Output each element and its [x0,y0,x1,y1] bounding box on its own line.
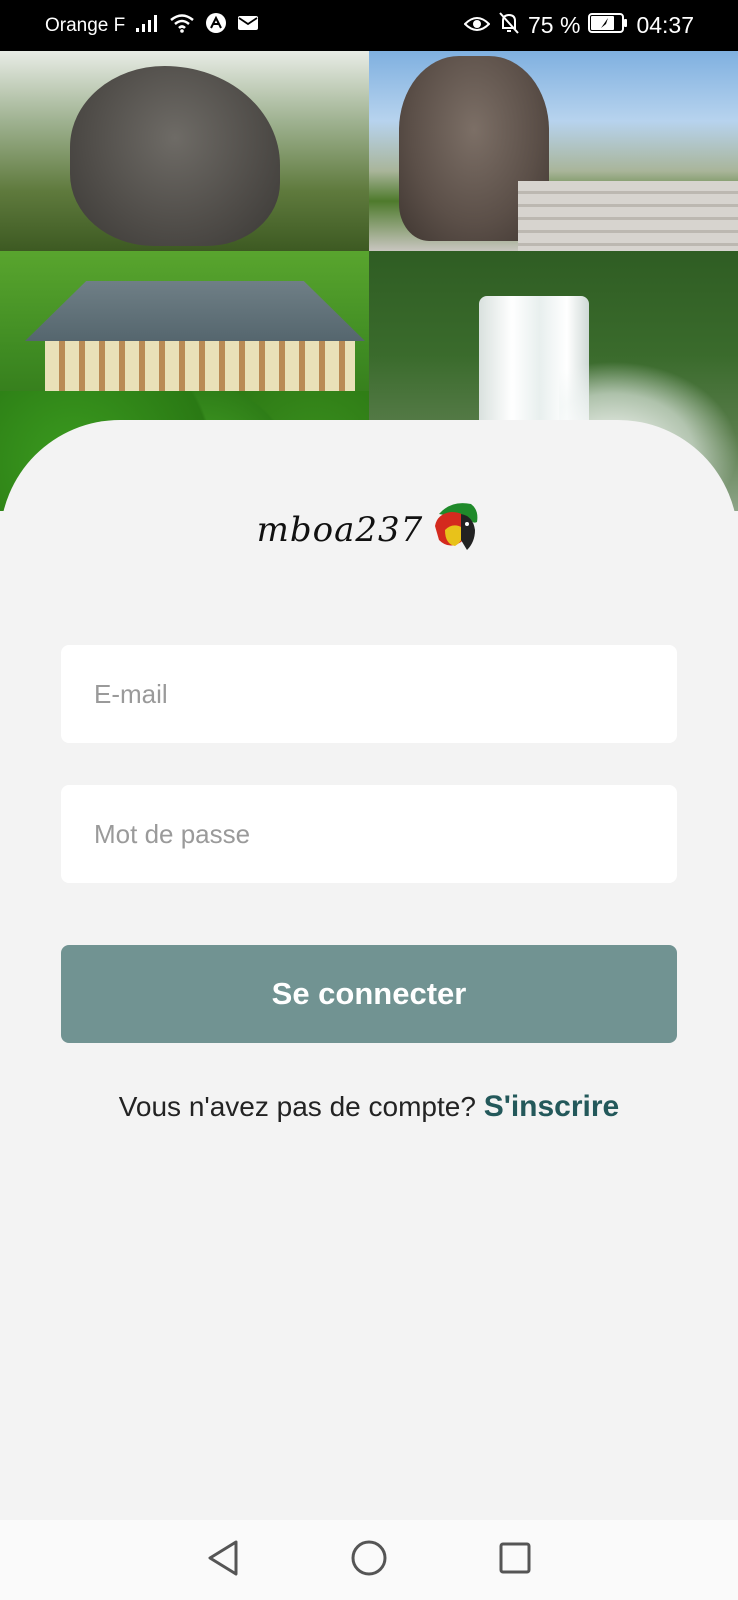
hero-image-statue [369,51,738,251]
bell-off-icon [498,11,520,41]
password-input[interactable]: Mot de passe [61,785,677,883]
signup-prompt: Vous n'avez pas de compte? [118,1091,476,1122]
recents-icon [498,1541,532,1580]
status-bar-left: Orange F [45,12,259,40]
email-placeholder: E-mail [94,678,168,709]
carrier-label: Orange F [45,14,126,36]
logo-text: mboa237 [256,509,424,550]
back-icon [206,1539,240,1582]
signup-link[interactable]: S'inscrire [484,1090,620,1123]
app-logo: mboa237 [0,500,738,559]
home-button[interactable] [344,1535,394,1585]
home-icon [350,1539,388,1582]
hero-image-rock [0,51,369,251]
email-input[interactable]: E-mail [61,645,677,743]
login-button[interactable]: Se connecter [61,945,677,1043]
eye-icon [463,12,491,39]
status-bar: Orange F 75 % 04:37 [0,0,738,51]
recents-button[interactable] [490,1535,540,1585]
login-screen: Orange F 75 % 04:37 mboa237 E-mail Mot d… [0,0,738,1600]
battery-icon [588,12,628,40]
back-button[interactable] [198,1535,248,1585]
status-bar-right: 75 % 04:37 [463,11,694,41]
lion-icon [431,500,481,559]
password-placeholder: Mot de passe [94,818,251,849]
signup-row: Vous n'avez pas de compte? S'inscrire [0,1090,738,1124]
battery-percent: 75 % [528,12,581,38]
signal-icon [135,13,159,39]
wifi-icon [169,13,195,39]
app-notification-icon [205,12,227,40]
navigation-bar [0,1520,738,1600]
mail-icon [237,14,259,38]
clock: 04:37 [636,12,694,38]
